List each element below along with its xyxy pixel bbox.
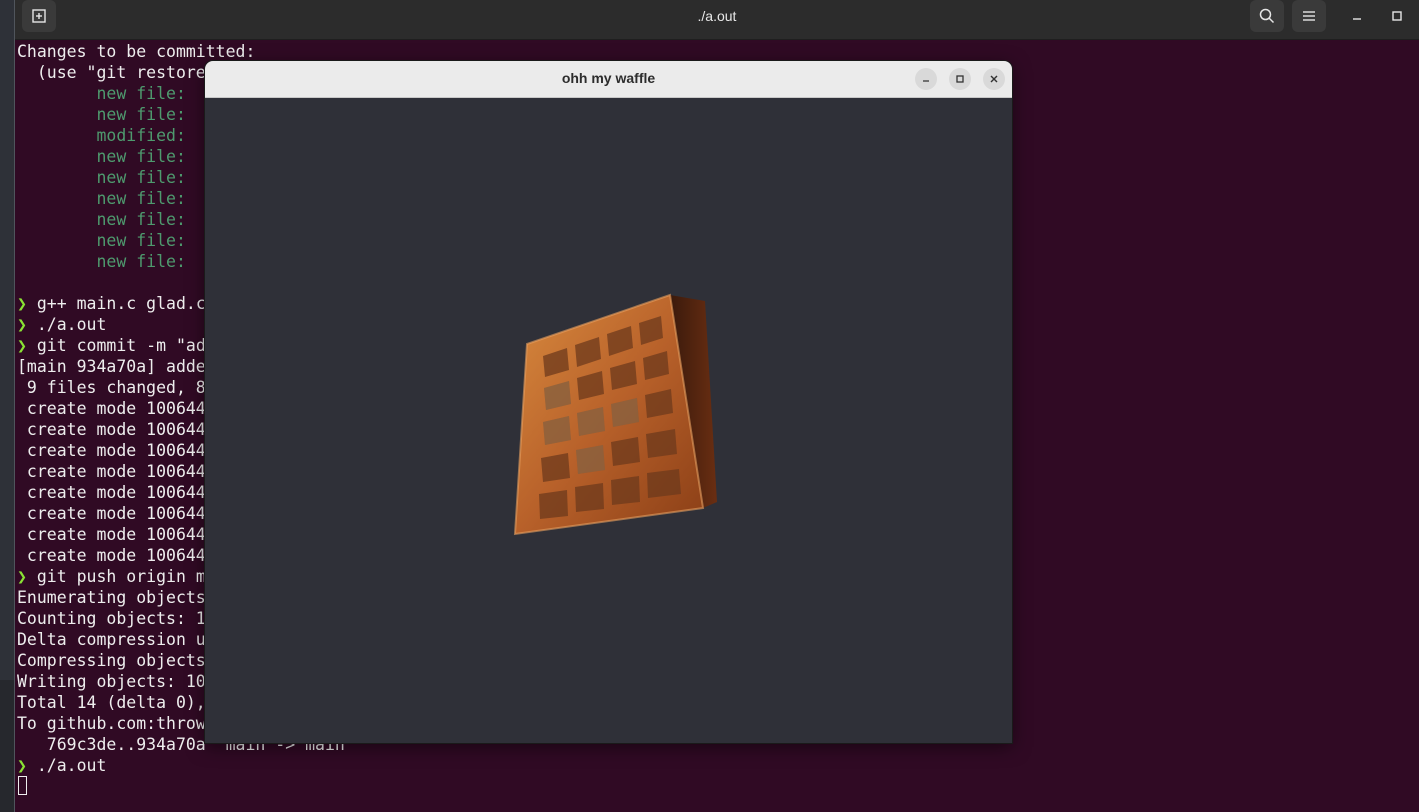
opengl-maximize-button[interactable] — [949, 68, 971, 90]
terminal-line-text: new file: — [17, 147, 186, 166]
terminal-line-text: Enumerating objects — [17, 588, 206, 607]
terminal-line-text: Compressing objects — [17, 651, 206, 670]
terminal-line-text: create mode 100644 — [17, 462, 206, 481]
terminal-title: ./a.out — [697, 8, 737, 24]
terminal-line-text: new file: — [17, 231, 186, 250]
terminal-maximize-button[interactable] — [1380, 0, 1414, 32]
terminal-line: Enumerating objects — [17, 587, 206, 608]
terminal-line: ❯ git commit -m "ad — [17, 335, 206, 356]
terminal-line-text: new file: — [17, 105, 186, 124]
left-strip-lower — [0, 680, 15, 812]
prompt-symbol: ❯ — [17, 294, 27, 313]
terminal-line: ❯ git push origin m — [17, 566, 206, 587]
terminal-line: new file: — [17, 188, 186, 209]
prompt-symbol: ❯ — [17, 567, 27, 586]
terminal-line: new file: — [17, 167, 186, 188]
search-button[interactable] — [1250, 0, 1284, 32]
terminal-line: 9 files changed, 8 — [17, 377, 206, 398]
opengl-titlebar: ohh my waffle — [205, 61, 1012, 98]
terminal-line-text: Total 14 (delta 0), — [17, 693, 206, 712]
terminal-line-text: [main 934a70a] adde — [17, 357, 206, 376]
terminal-line: Counting objects: 1 — [17, 608, 206, 629]
terminal-line: ❯ g++ main.c glad.c — [17, 293, 206, 314]
terminal-line-text: ./a.out — [26, 756, 107, 775]
prompt-symbol: ❯ — [17, 756, 27, 775]
terminal-line-text: (use "git restore — [17, 63, 206, 82]
terminal-line-text: To github.com:throw — [17, 714, 206, 733]
terminal-line: create mode 100644 — [17, 503, 206, 524]
maximize-icon — [956, 75, 964, 83]
terminal-line-text: create mode 100644 — [17, 420, 206, 439]
terminal-line-text: git push origin m — [26, 567, 206, 586]
terminal-line: (use "git restore — [17, 62, 206, 83]
search-icon — [1259, 8, 1275, 24]
terminal-line: create mode 100644 — [17, 524, 206, 545]
terminal-line-text: create mode 100644 — [17, 546, 206, 565]
terminal-line-text: Writing objects: 10 — [17, 672, 206, 691]
close-icon — [990, 75, 998, 83]
terminal-line-text: Delta compression u — [17, 630, 206, 649]
terminal-line: create mode 100644 — [17, 482, 206, 503]
terminal-line-text: modified: — [17, 126, 186, 145]
terminal-line: new file: — [17, 251, 186, 272]
terminal-line-text: create mode 100644 — [17, 441, 206, 460]
prompt-symbol: ❯ — [17, 336, 27, 355]
terminal-titlebar: ./a.out — [15, 0, 1419, 40]
terminal-line: ❯ ./a.out — [17, 314, 106, 335]
terminal-line-text: ./a.out — [26, 315, 107, 334]
terminal-line: Changes to be committed: — [17, 41, 255, 62]
terminal-line: Delta compression u — [17, 629, 206, 650]
opengl-render-canvas[interactable] — [205, 98, 1012, 743]
terminal-line: modified: — [17, 125, 186, 146]
hamburger-menu-icon — [1303, 11, 1315, 21]
menu-button[interactable] — [1292, 0, 1326, 32]
terminal-line: new file: — [17, 83, 186, 104]
terminal-line: create mode 100644 — [17, 419, 206, 440]
waffle-render — [513, 293, 717, 536]
terminal-line: Total 14 (delta 0), — [17, 692, 206, 713]
terminal-line-text: 9 files changed, 8 — [17, 378, 206, 397]
terminal-line-text: new file: — [17, 168, 186, 187]
left-strip-upper — [0, 0, 15, 680]
terminal-line: create mode 100644 — [17, 398, 206, 419]
terminal-line: ❯ ./a.out — [17, 755, 106, 776]
terminal-line: Compressing objects — [17, 650, 206, 671]
prompt-symbol: ❯ — [17, 315, 27, 334]
terminal-line-text: git commit -m "ad — [26, 336, 206, 355]
terminal-line-text: new file: — [17, 210, 186, 229]
minimize-icon — [923, 80, 929, 82]
terminal-line-text: Counting objects: 1 — [17, 609, 206, 628]
terminal-line: Writing objects: 10 — [17, 671, 206, 692]
terminal-line-text: create mode 100644 — [17, 399, 206, 418]
terminal-line: new file: — [17, 146, 186, 167]
terminal-line: create mode 100644 — [17, 545, 206, 566]
terminal-line: new file: — [17, 209, 186, 230]
terminal-line: To github.com:throw — [17, 713, 206, 734]
terminal-line: create mode 100644 — [17, 461, 206, 482]
terminal-line: [main 934a70a] adde — [17, 356, 206, 377]
left-desktop-strip — [0, 0, 15, 812]
terminal-line-text: new file: — [17, 252, 186, 271]
terminal-line: create mode 100644 — [17, 440, 206, 461]
terminal-line: new file: — [17, 104, 186, 125]
opengl-window: ohh my waffle — [205, 61, 1012, 743]
terminal-line-text: create mode 100644 — [17, 525, 206, 544]
maximize-icon — [1392, 11, 1402, 21]
terminal-line-text: create mode 100644 — [17, 504, 206, 523]
terminal-line-text: new file: — [17, 189, 186, 208]
opengl-close-button[interactable] — [983, 68, 1005, 90]
terminal-line: new file: — [17, 230, 186, 251]
terminal-line-text: new file: — [17, 84, 186, 103]
terminal-line-text: Changes to be committed: — [17, 42, 256, 61]
terminal-minimize-button[interactable] — [1340, 0, 1374, 32]
minimize-icon — [1353, 18, 1361, 20]
terminal-line-text: create mode 100644 — [17, 483, 206, 502]
terminal-cursor — [18, 776, 27, 795]
terminal-line-text: g++ main.c glad.c — [26, 294, 206, 313]
opengl-minimize-button[interactable] — [915, 68, 937, 90]
opengl-window-title: ohh my waffle — [561, 70, 656, 86]
